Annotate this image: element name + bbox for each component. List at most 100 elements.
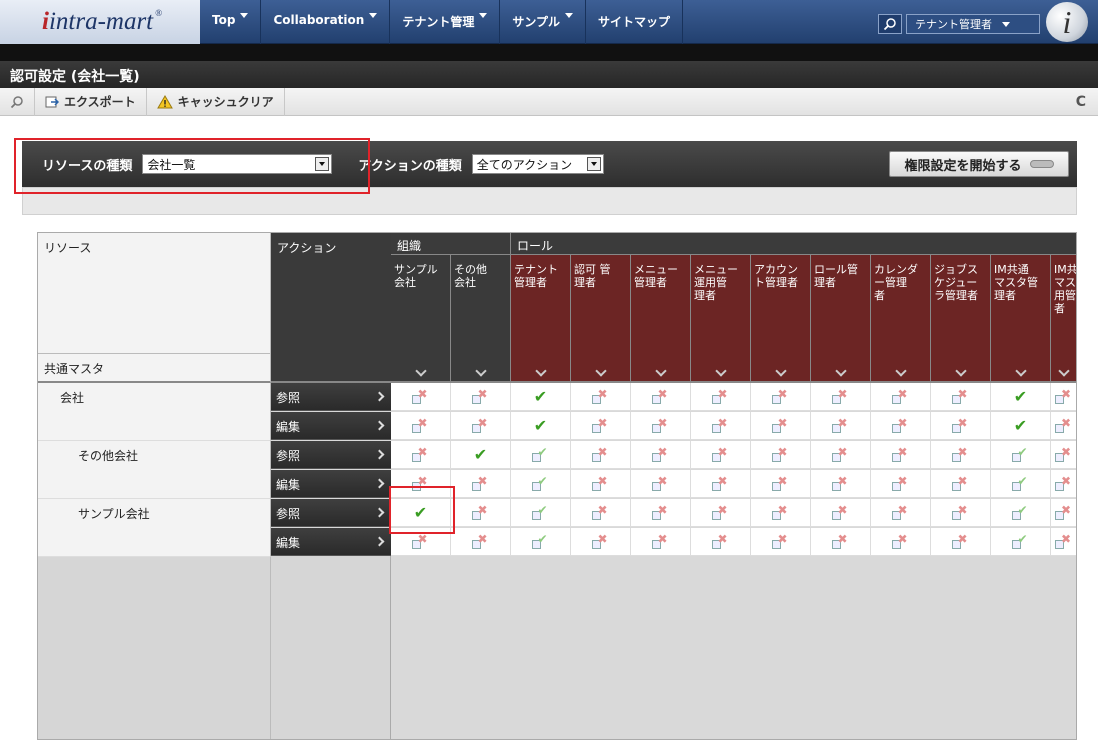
column-header-9[interactable]: ジョブス ケジュー ラ管理者	[931, 255, 991, 383]
permission-cell[interactable]	[871, 528, 931, 556]
permission-cell[interactable]	[1051, 528, 1076, 556]
permission-cell[interactable]	[871, 441, 931, 469]
action-cell[interactable]: 参照	[271, 441, 391, 469]
permission-cell[interactable]	[931, 499, 991, 527]
permission-cell[interactable]	[571, 412, 631, 440]
permission-cell[interactable]	[391, 412, 451, 440]
action-cell[interactable]: 編集	[271, 528, 391, 556]
menu-item-1[interactable]: Collaboration	[261, 0, 391, 44]
chevron-down-icon[interactable]	[894, 365, 907, 377]
search-icon[interactable]	[878, 14, 902, 34]
resource-row-label[interactable]: その他会社	[38, 441, 271, 499]
column-header-4[interactable]: メニュー 管理者	[631, 255, 691, 383]
permission-cell[interactable]	[991, 499, 1051, 527]
chevron-down-icon[interactable]	[1014, 365, 1027, 377]
column-header-3[interactable]: 認可 管 理者	[571, 255, 631, 383]
chevron-down-icon[interactable]	[594, 365, 607, 377]
chevron-down-icon[interactable]	[414, 365, 427, 377]
permission-cell[interactable]	[751, 470, 811, 498]
permission-cell[interactable]	[991, 470, 1051, 498]
permission-cell[interactable]	[931, 383, 991, 411]
permission-cell[interactable]	[751, 441, 811, 469]
intra-mart-logo[interactable]: iintra-mart ®	[0, 0, 200, 44]
permission-cell[interactable]	[811, 412, 871, 440]
permission-cell[interactable]	[931, 470, 991, 498]
permission-cell[interactable]	[871, 499, 931, 527]
permission-cell[interactable]	[451, 470, 511, 498]
permission-cell[interactable]	[451, 383, 511, 411]
cache-clear-button[interactable]: キャッシュクリア	[147, 87, 285, 116]
permission-cell[interactable]	[571, 499, 631, 527]
permission-cell[interactable]	[871, 383, 931, 411]
chevron-down-icon[interactable]	[1058, 365, 1070, 377]
permission-cell[interactable]	[1051, 499, 1076, 527]
permission-cell[interactable]	[811, 441, 871, 469]
chevron-down-icon[interactable]	[954, 365, 967, 377]
chevron-down-icon[interactable]	[654, 365, 667, 377]
permission-cell[interactable]	[451, 528, 511, 556]
column-header-0[interactable]: サンプル 会社	[391, 255, 451, 383]
permission-cell[interactable]	[571, 470, 631, 498]
action-cell[interactable]: 参照	[271, 499, 391, 527]
permission-cell[interactable]	[871, 470, 931, 498]
permission-cell[interactable]	[991, 441, 1051, 469]
chevron-down-icon[interactable]	[714, 365, 727, 377]
permission-cell[interactable]	[751, 412, 811, 440]
permission-cell[interactable]	[511, 441, 571, 469]
permission-cell[interactable]	[751, 499, 811, 527]
permission-cell[interactable]	[811, 528, 871, 556]
permission-cell[interactable]	[631, 383, 691, 411]
action-cell[interactable]: 編集	[271, 412, 391, 440]
permission-cell[interactable]	[691, 412, 751, 440]
permission-cell[interactable]	[931, 441, 991, 469]
chevron-down-icon[interactable]	[774, 365, 787, 377]
column-header-1[interactable]: その他 会社	[451, 255, 511, 383]
permission-cell[interactable]	[631, 470, 691, 498]
permission-cell[interactable]	[691, 441, 751, 469]
start-permission-setting-button[interactable]: 権限設定を開始する	[889, 151, 1069, 177]
permission-cell[interactable]	[511, 499, 571, 527]
action-cell[interactable]: 参照	[271, 383, 391, 411]
permission-cell[interactable]	[511, 528, 571, 556]
resource-row-label[interactable]: サンプル会社	[38, 499, 271, 557]
permission-cell[interactable]	[1051, 383, 1076, 411]
permission-cell[interactable]	[751, 528, 811, 556]
permission-cell[interactable]	[571, 441, 631, 469]
column-header-2[interactable]: テナント 管理者	[511, 255, 571, 383]
permission-cell[interactable]	[691, 383, 751, 411]
permission-cell[interactable]	[871, 412, 931, 440]
permission-cell[interactable]	[931, 528, 991, 556]
permission-cell[interactable]	[691, 470, 751, 498]
menu-item-2[interactable]: テナント管理	[390, 0, 501, 44]
permission-cell[interactable]	[691, 528, 751, 556]
permission-cell[interactable]	[631, 528, 691, 556]
column-header-10[interactable]: IM共通 マスタ管 理者	[991, 255, 1051, 383]
permission-cell[interactable]	[931, 412, 991, 440]
permission-cell[interactable]	[571, 528, 631, 556]
column-header-6[interactable]: アカウン ト管理者	[751, 255, 811, 383]
refresh-icon[interactable]: C	[1076, 94, 1086, 110]
permission-cell[interactable]	[511, 470, 571, 498]
permission-cell[interactable]	[631, 499, 691, 527]
permission-cell[interactable]	[751, 383, 811, 411]
user-menu[interactable]: テナント管理者	[906, 14, 1040, 34]
chevron-down-icon[interactable]	[474, 365, 487, 377]
menu-item-3[interactable]: サンプル	[500, 0, 586, 44]
menu-item-4[interactable]: サイトマップ	[586, 0, 683, 44]
permission-cell[interactable]	[391, 441, 451, 469]
chevron-down-icon[interactable]	[834, 365, 847, 377]
column-header-5[interactable]: メニュー 運用管 理者	[691, 255, 751, 383]
action-cell[interactable]: 編集	[271, 470, 391, 498]
permission-cell[interactable]	[1051, 470, 1076, 498]
menu-item-0[interactable]: Top	[200, 0, 262, 44]
permission-cell[interactable]	[391, 383, 451, 411]
column-header-8[interactable]: カレンダ ー管理 者	[871, 255, 931, 383]
permission-cell[interactable]: ✔	[991, 383, 1051, 411]
chevron-down-icon[interactable]	[534, 365, 547, 377]
permission-cell[interactable]: ✔	[991, 412, 1051, 440]
permission-cell[interactable]	[991, 528, 1051, 556]
permission-cell[interactable]	[571, 383, 631, 411]
action-type-select[interactable]: 全てのアクション	[471, 154, 604, 174]
permission-cell[interactable]	[451, 412, 511, 440]
permission-cell[interactable]	[691, 499, 751, 527]
